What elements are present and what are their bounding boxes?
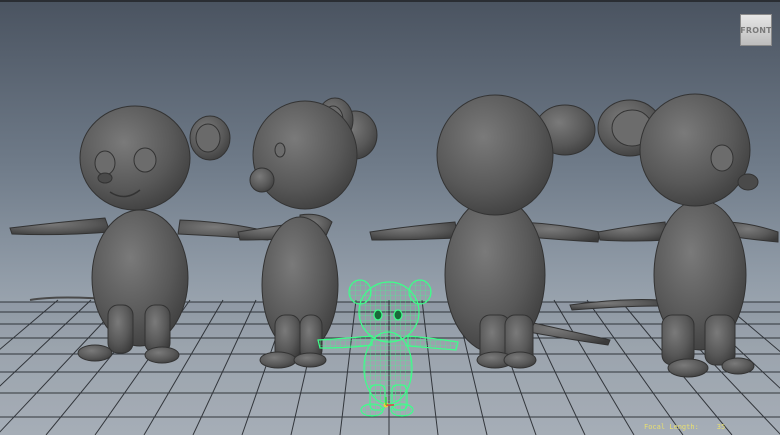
focal-length-value: 35	[716, 423, 726, 431]
maya-viewport[interactable]: FRONT Focal Length: 35	[0, 0, 780, 435]
view-cube-label: FRONT	[740, 25, 772, 35]
scene-canvas[interactable]	[0, 0, 780, 435]
view-cube-front-button[interactable]: FRONT	[740, 14, 772, 46]
hud-focal-length: Focal Length: 35	[644, 423, 725, 431]
focal-length-label: Focal Length:	[644, 423, 699, 431]
